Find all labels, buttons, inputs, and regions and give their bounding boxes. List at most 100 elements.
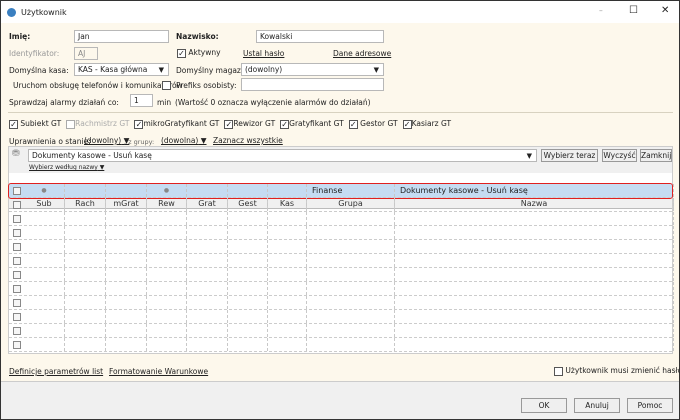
table-row[interactable] (9, 226, 674, 240)
table-row[interactable] (9, 338, 674, 352)
group-filter-value: (dowolna) (161, 136, 199, 145)
row-checkbox[interactable] (13, 327, 21, 335)
app-checkbox-rewizor[interactable]: ✓Rewizor GT (224, 119, 275, 129)
row-checkbox[interactable] (13, 271, 21, 279)
app-label: Gestor GT (360, 119, 398, 128)
grid-cell (187, 184, 228, 197)
grid-cell (187, 310, 228, 323)
row-checkbox[interactable] (13, 215, 21, 223)
grid-cell (24, 198, 65, 211)
grid-cell (106, 240, 147, 253)
help-button[interactable]: Pomoc (627, 398, 673, 413)
grid-cell (187, 296, 228, 309)
app-checkbox-mikrogratyfikant[interactable]: ✓mikroGratyfikant GT (134, 119, 219, 129)
app-checkbox-subiekt[interactable]: ✓ Subiekt GT (9, 119, 61, 129)
minimize-button[interactable]: – (599, 6, 603, 15)
separator (8, 112, 673, 113)
grid-cell (268, 296, 307, 309)
imie-input[interactable]: Jan (74, 30, 169, 43)
group-filter-label: , z grupy: (124, 138, 155, 146)
close-search-button[interactable]: Zamknij (640, 149, 672, 162)
grid-cell (395, 296, 674, 309)
definicje-link[interactable]: Definicje parametrów list (9, 367, 103, 376)
row-checkbox[interactable] (13, 313, 21, 321)
ustal-haslo-link[interactable]: Ustal hasło (243, 49, 284, 58)
close-button[interactable]: ✕ (661, 5, 669, 16)
grid-cell (307, 310, 395, 323)
row-checkbox[interactable] (13, 257, 21, 265)
nazwisko-label: Nazwisko: (176, 32, 219, 41)
app-label: Gratyfikant GT (289, 119, 344, 128)
app-checkbox-kasiarz[interactable]: ✓Kasiarz GT (402, 119, 451, 129)
choose-by-name-dropdown[interactable]: Wybierz według nazwy ▼ (29, 164, 104, 171)
grid-cell (65, 324, 106, 337)
row-checkbox[interactable] (13, 299, 21, 307)
row-checkbox[interactable] (13, 229, 21, 237)
table-row[interactable] (9, 324, 674, 338)
magazyn-select[interactable]: (dowolny) ▼ (241, 63, 384, 76)
grid-body: Sub Rach mGrat Rew Grat Gest Kas Grupa Nazwa ● ● Fi… (8, 173, 674, 354)
alarmy-note: (Wartość 0 oznacza wyłączenie alarmów do… (175, 98, 371, 107)
grid-cell (228, 198, 268, 211)
grid-cell (307, 198, 395, 211)
kasa-select[interactable]: KAS - Kasa główna ▼ (74, 63, 169, 76)
imie-label: Imię: (9, 32, 31, 41)
grid-cell (268, 268, 307, 281)
check-icon: ✓ (224, 119, 234, 129)
table-row[interactable] (9, 212, 674, 226)
select-all-link[interactable]: Zaznacz wszystkie (213, 136, 283, 145)
grid-cell (24, 268, 65, 281)
table-row[interactable] (9, 254, 674, 268)
grid-cell (65, 212, 106, 225)
nazwisko-input[interactable]: Kowalski (256, 30, 384, 43)
state-filter-dropdown[interactable]: (dowolny) ▼ (84, 136, 129, 145)
table-row[interactable] (9, 310, 674, 324)
kasa-label: Domyślna kasa: (9, 66, 69, 75)
grid-cell (147, 268, 187, 281)
table-row[interactable] (9, 282, 674, 296)
grid-cell (24, 254, 65, 267)
app-checkbox-gratyfikant[interactable]: ✓Gratyfikant GT (280, 119, 344, 129)
app-icon (7, 7, 16, 17)
ok-button[interactable]: OK (521, 398, 567, 413)
grid-cell (65, 226, 106, 239)
alarmy-input[interactable]: 1 (130, 94, 153, 107)
dane-adresowe-link[interactable]: Dane adresowe (333, 49, 391, 58)
grid-cell (228, 268, 268, 281)
row-checkbox[interactable] (13, 285, 21, 293)
telefony-checkbox[interactable] (162, 80, 171, 90)
choose-now-button[interactable]: Wybierz teraz (541, 149, 598, 162)
table-row[interactable] (9, 268, 674, 282)
grid-cell (268, 254, 307, 267)
aktywny-label: Aktywny (188, 48, 221, 57)
grid-cell (228, 310, 268, 323)
row-checkbox[interactable] (13, 243, 21, 251)
row-checkbox[interactable] (13, 187, 21, 195)
row-checkbox[interactable] (13, 201, 21, 209)
cancel-button[interactable]: Anuluj (574, 398, 620, 413)
grid-cell (147, 226, 187, 239)
table-row[interactable]: ● ● Finanse Dokumenty kasowe - Usuń kasę (8, 183, 674, 199)
check-icon: ✓ (402, 119, 412, 129)
formatowanie-link[interactable]: Formatowanie Warunkowe (109, 367, 208, 376)
grid-cell (24, 226, 65, 239)
grid-cell (147, 324, 187, 337)
row-checkbox[interactable] (13, 341, 21, 349)
maximize-button[interactable]: ☐ (629, 5, 638, 16)
grid-cell (268, 184, 307, 197)
table-row[interactable] (9, 296, 674, 310)
must-change-password-checkbox[interactable]: Użytkownik musi zmienić hasło (554, 366, 680, 376)
grid-cell (395, 226, 674, 239)
grid-cell (187, 338, 228, 351)
grid-cell (187, 282, 228, 295)
app-checkbox-gestor[interactable]: ✓ Gestor GT (348, 119, 398, 129)
prefiks-input[interactable] (241, 78, 384, 91)
group-filter-dropdown[interactable]: (dowolna) ▼ (161, 136, 207, 145)
aktywny-checkbox[interactable]: ✓ Aktywny (177, 48, 221, 58)
clear-button[interactable]: Wyczyść (602, 149, 637, 162)
grid-cell (147, 198, 187, 211)
table-row[interactable] (9, 198, 674, 212)
table-row[interactable] (9, 240, 674, 254)
search-input[interactable]: Dokumenty kasowe - Usuń kasę ▼ (28, 149, 537, 162)
check-icon: ✓ (177, 48, 186, 58)
